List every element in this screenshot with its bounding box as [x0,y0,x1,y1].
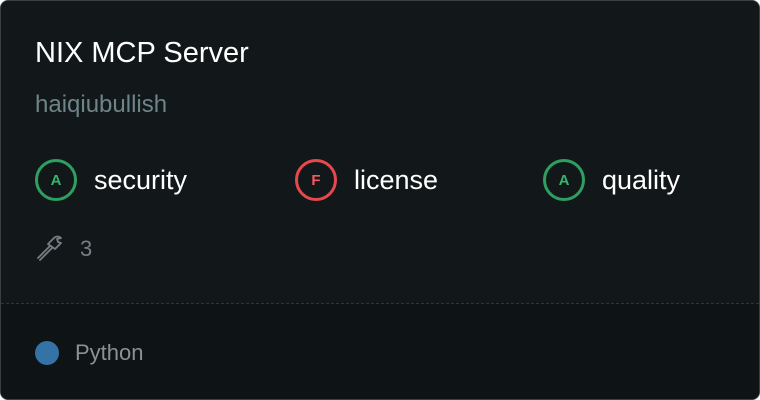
quality-grade-label: quality [602,164,681,195]
security-grade: A security [35,156,187,204]
language-color-dot [35,341,59,365]
security-grade-badge: A [35,159,77,201]
hammer-icon [35,233,63,266]
server-name: NIX MCP Server [35,37,249,69]
server-author: haiqiubullish [35,91,168,118]
server-card[interactable]: NIX MCP Server haiqiubullish A security … [0,0,760,400]
security-grade-label: security [94,164,188,195]
quality-grade-badge: A [543,159,585,201]
card-footer: Python [1,303,759,399]
tools-count-value: 3 [80,236,93,261]
quality-grade: A quality [543,156,680,204]
license-grade-badge: F [295,159,337,201]
license-grade-label: license [354,164,439,195]
language: Python [35,340,144,366]
tools-count: 3 [35,233,92,265]
license-grade: F license [295,156,438,204]
language-name: Python [75,340,144,365]
